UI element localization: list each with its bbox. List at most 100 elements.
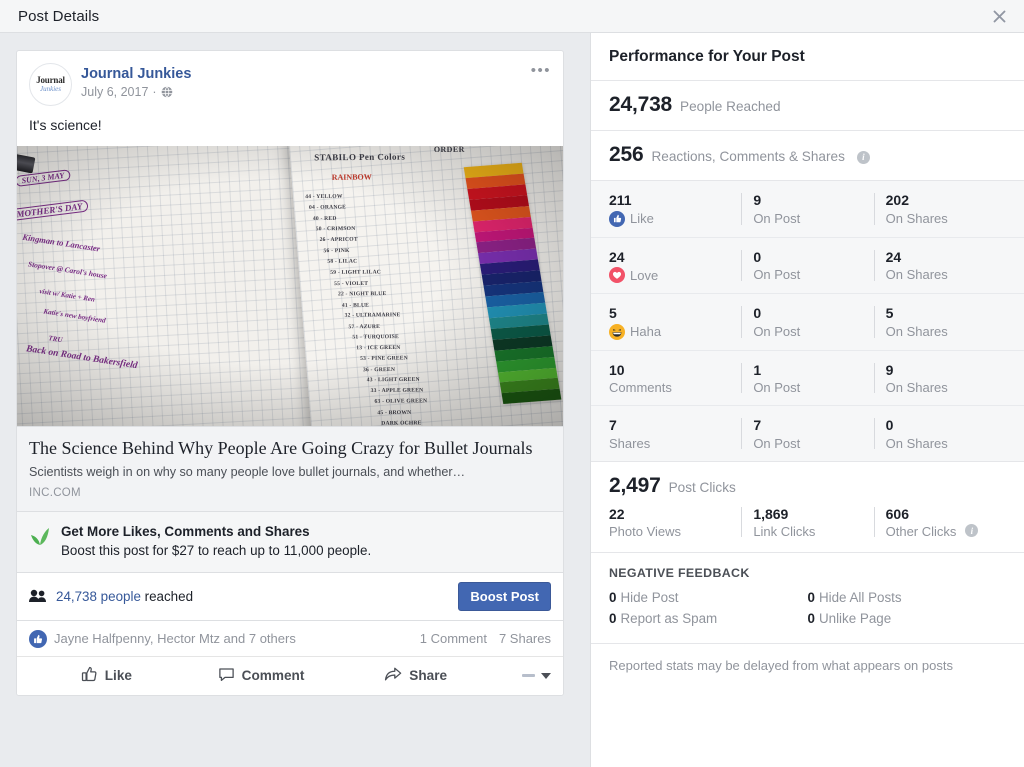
post-photo[interactable]: SUN, 3 MAY MOTHER'S DAY Kingman to Lanca… [17, 145, 563, 426]
breakdown-onshares-cell: 5 On Shares [873, 305, 1006, 340]
breakdown-total-label: Shares [609, 436, 741, 451]
link-title[interactable]: The Science Behind Why People Are Going … [29, 437, 551, 460]
negative-feedback-item: 0 Hide Post [609, 587, 808, 608]
breakdown-onshares-label: On Shares [885, 210, 948, 226]
link-clicks-value: 1,869 [753, 505, 789, 522]
negative-feedback-block: NEGATIVE FEEDBACK 0 Hide Post 0 Hide All Po… [591, 552, 1024, 643]
comment-count[interactable]: 1 Comment [420, 631, 487, 646]
chevron-down-icon[interactable] [541, 672, 552, 679]
breakdown-onpost-value: 0 [753, 305, 762, 321]
engagement-label: Reactions, Comments & Shares [651, 149, 845, 164]
negative-feedback-item: 0 Report as Spam [609, 608, 808, 629]
post-preview-column: Journal Junkies Journal Junkies July 6, … [0, 33, 590, 767]
link-clicks-label: Link Clicks [753, 524, 816, 539]
close-icon[interactable] [988, 5, 1010, 27]
page-name-link[interactable]: Journal Junkies [81, 65, 191, 84]
breakdown-total-cell: 10 Comments [609, 362, 741, 396]
post-clicks-breakdown: 22 Photo Views 1,869 Link Clicks 606 Oth… [591, 504, 1024, 553]
info-icon[interactable]: i [965, 524, 979, 537]
comment-button-label: Comment [241, 668, 305, 684]
breakdown-onpost-label: On Post [753, 380, 801, 395]
performance-title: Performance for Your Post [609, 48, 805, 65]
breakdown-total-value: 10 [609, 361, 625, 378]
post-date[interactable]: July 6, 2017 [81, 85, 148, 99]
reach-suffix: reached [144, 588, 194, 604]
breakdown-label-text: Like [630, 211, 654, 226]
breakdown-row: 5 Haha 0 On Post 5 On Shares [591, 294, 1024, 351]
negative-feedback-label: Unlike Page [818, 611, 892, 626]
share-count[interactable]: 7 Shares [499, 631, 551, 646]
negative-feedback-label: Hide All Posts [818, 590, 902, 605]
breakdown-total-value: 24 [609, 248, 625, 265]
breakdown-onpost-label: On Post [753, 210, 801, 226]
other-clicks-label: Other Clicks [885, 524, 957, 539]
post-clicks-header: 2,497 Post Clicks [591, 462, 1024, 504]
breakdown-onshares-cell: 0 On Shares [873, 417, 1006, 451]
share-button[interactable]: Share [338, 666, 493, 686]
post-clicks-block: 2,497 Post Clicks 22 Photo Views 1,869 L… [591, 460, 1024, 553]
post-card: Journal Junkies Journal Junkies July 6, … [16, 50, 564, 696]
negative-feedback-grid: 0 Hide Post 0 Hide All Posts 0 Report as Spam… [609, 587, 1006, 629]
breakdown-row: 24 Love 0 On Post 24 On Shares [591, 238, 1024, 294]
reactor-names[interactable]: Jayne Halfpenny, Hector Mtz and 7 others [54, 631, 296, 646]
breakdown-onpost-cell: 0 On Post [741, 305, 873, 340]
breakdown-onshares-value: 202 [885, 192, 909, 208]
breakdown-onshares-value: 0 [885, 417, 894, 433]
breakdown-onshares-label: On Shares [885, 323, 948, 339]
comment-button[interactable]: Comment [184, 666, 339, 686]
negative-feedback-label: Hide Post [620, 590, 679, 605]
reach-row: 24,738 people reached Boost Post [17, 571, 563, 620]
boost-banner-text: Get More Likes, Comments and Shares Boos… [61, 523, 371, 560]
post-meta: July 6, 2017 · [81, 85, 191, 99]
breakdown-onpost-value: 9 [753, 192, 762, 208]
people-reached-value: 24,738 [609, 93, 673, 116]
haha-reaction-icon [609, 323, 625, 340]
dialog-titlebar: Post Details [0, 0, 1024, 33]
breakdown-onpost-cell: 9 On Post [741, 192, 873, 227]
page-title: Post Details [18, 7, 100, 25]
engagement-breakdown: 211 Like 9 On Post 202 On Shares 24 Love 0 On Pos… [591, 181, 1024, 461]
like-button[interactable]: Like [29, 666, 184, 686]
post-action-bar: Like Comment Share [17, 655, 563, 695]
breakdown-label-text: Love [630, 267, 659, 283]
breakdown-total-label: Love [609, 267, 741, 283]
breakdown-onpost-cell: 1 On Post [741, 362, 873, 395]
breakdown-total-value: 211 [609, 192, 632, 208]
avatar-top-text: Journal [36, 75, 65, 85]
breakdown-onshares-label: On Shares [885, 435, 948, 451]
link-description: Scientists weigh in on why so many peopl… [29, 465, 466, 480]
post-clicks-label: Post Clicks [668, 479, 736, 495]
breakdown-onpost-value: 0 [753, 248, 762, 265]
breakdown-total-label: Haha [609, 323, 741, 340]
breakdown-total-label: Like [609, 210, 741, 227]
breakdown-row: 211 Like 9 On Post 202 On Shares [591, 181, 1024, 238]
breakdown-row: 10 Comments 1 On Post 9 On Shares [591, 351, 1024, 406]
breakdown-label-text: Haha [630, 324, 662, 339]
breakdown-onshares-label: On Shares [885, 267, 948, 282]
audience-selector[interactable] [493, 672, 552, 679]
negative-feedback-value: 0 [807, 590, 815, 605]
breakdown-onshares-cell: 24 On Shares [873, 249, 1006, 284]
globe-icon[interactable] [161, 86, 173, 98]
reach-count-link[interactable]: 24,738 people [56, 589, 141, 604]
negative-feedback-value: 0 [807, 611, 815, 626]
post-details-dialog: Post Details Journal Junkies Journal Jun… [0, 0, 1024, 767]
like-button-label: Like [104, 668, 132, 684]
info-icon[interactable]: i [856, 150, 870, 164]
avatar[interactable]: Journal Junkies [29, 63, 72, 106]
photo-illustration: SUN, 3 MAY MOTHER'S DAY Kingman to Lanca… [17, 145, 563, 426]
photo-vignette [17, 145, 563, 426]
negative-feedback-value: 0 [609, 590, 617, 605]
link-clicks-cell: 1,869 Link Clicks [741, 505, 873, 539]
photo-views-cell: 22 Photo Views [609, 506, 741, 540]
post-options-ellipsis-icon[interactable]: ••• [531, 63, 551, 78]
link-attachment[interactable]: The Science Behind Why People Are Going … [17, 425, 563, 511]
boost-banner: Get More Likes, Comments and Shares Boos… [17, 510, 563, 572]
boost-post-button[interactable]: Boost Post [458, 581, 551, 611]
people-reached-label: People Reached [680, 99, 781, 114]
breakdown-onshares-cell: 9 On Shares [873, 362, 1006, 395]
engagement-summary-row: Jayne Halfpenny, Hector Mtz and 7 others… [17, 619, 563, 656]
breakdown-onshares-cell: 202 On Shares [873, 192, 1006, 227]
love-reaction-icon [609, 267, 625, 283]
meta-separator: · [152, 84, 157, 99]
